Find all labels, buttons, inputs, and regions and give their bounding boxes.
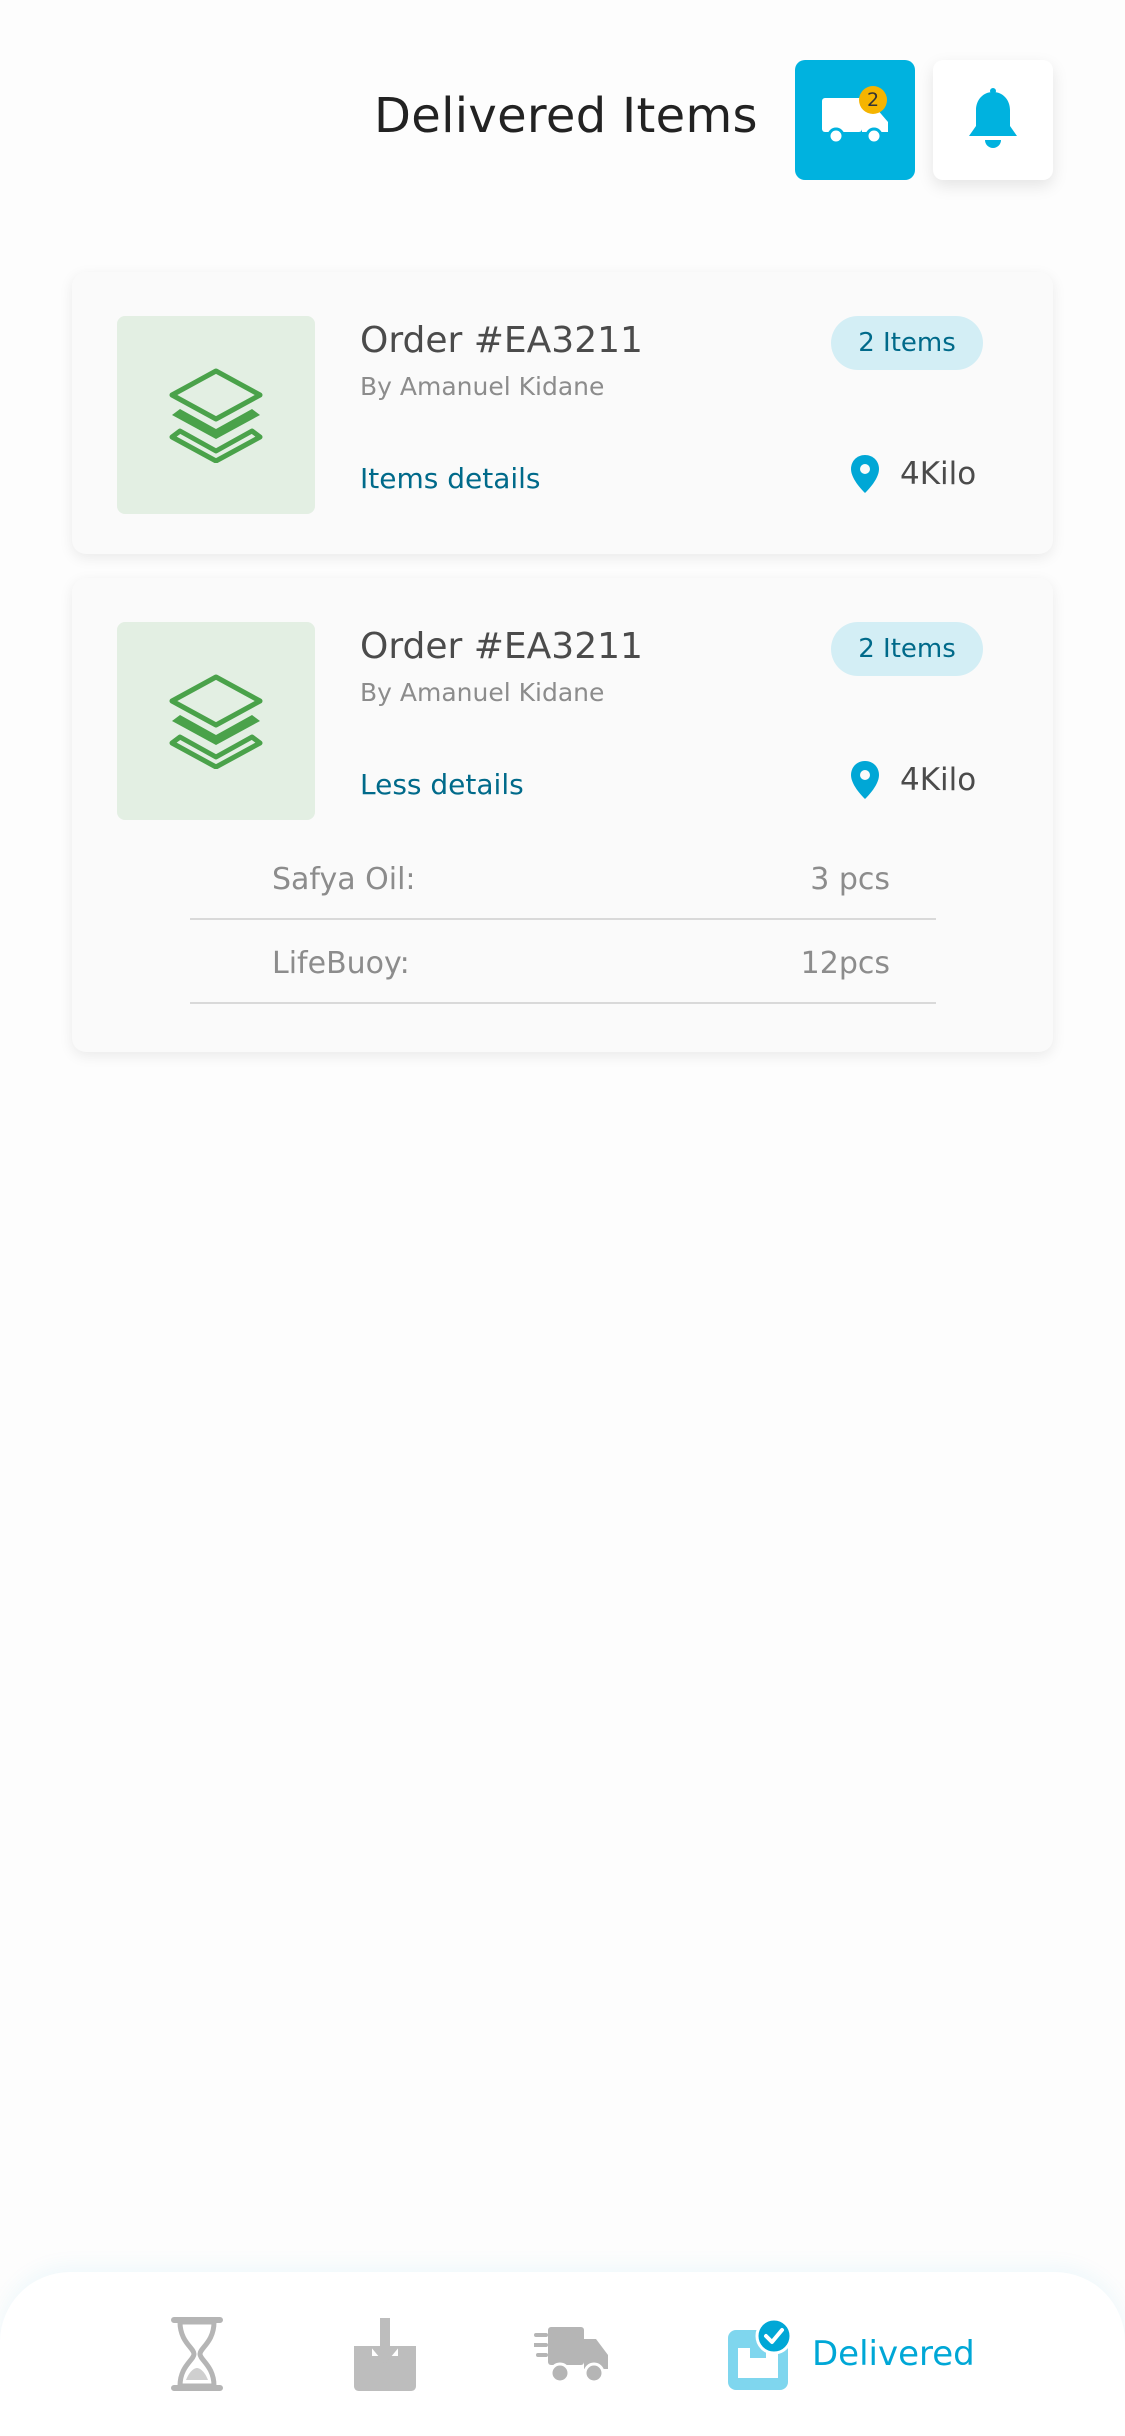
order-title: Order #EA3211 bbox=[360, 626, 643, 667]
order-item-row: Safya Oil: 3 pcs bbox=[190, 836, 936, 920]
download-box-icon bbox=[354, 2318, 416, 2391]
bottom-navigation: Delivered bbox=[0, 2272, 1125, 2436]
notifications-button[interactable] bbox=[933, 60, 1053, 180]
page-title: Delivered Items bbox=[374, 88, 758, 144]
order-thumbnail bbox=[117, 622, 315, 820]
deliveries-button[interactable] bbox=[795, 60, 915, 180]
bell-icon bbox=[969, 88, 1017, 148]
nav-delivered[interactable]: Delivered bbox=[728, 2314, 975, 2394]
order-thumbnail bbox=[117, 316, 315, 514]
item-name: Safya Oil: bbox=[272, 862, 416, 897]
item-name: LifeBuoy: bbox=[272, 946, 410, 981]
less-details-link[interactable]: Less details bbox=[360, 768, 524, 801]
fast-truck-icon bbox=[534, 2327, 608, 2384]
hourglass-icon bbox=[171, 2317, 223, 2391]
layers-icon bbox=[169, 674, 263, 769]
order-card[interactable]: Order #EA3211 By Amanuel Kidane Less det… bbox=[72, 578, 1053, 1052]
items-count-badge: 2 Items bbox=[831, 316, 983, 370]
order-location: 4Kilo bbox=[850, 454, 976, 494]
nav-in-transit[interactable] bbox=[534, 2314, 610, 2394]
items-details-link[interactable]: Items details bbox=[360, 462, 541, 495]
location-label: 4Kilo bbox=[900, 456, 977, 492]
order-customer: By Amanuel Kidane bbox=[360, 678, 605, 707]
nav-delivered-label: Delivered bbox=[812, 2334, 975, 2374]
delivered-box-icon bbox=[728, 2318, 793, 2390]
nav-pending[interactable] bbox=[168, 2314, 226, 2394]
order-title: Order #EA3211 bbox=[360, 320, 643, 361]
nav-received[interactable] bbox=[350, 2314, 420, 2394]
order-item-row: LifeBuoy: 12pcs bbox=[190, 920, 936, 1004]
order-customer: By Amanuel Kidane bbox=[360, 372, 605, 401]
order-card[interactable]: Order #EA3211 By Amanuel Kidane Items de… bbox=[72, 272, 1053, 554]
layers-icon bbox=[169, 368, 263, 463]
location-pin-icon bbox=[851, 761, 879, 799]
item-quantity: 12pcs bbox=[800, 946, 890, 981]
order-location: 4Kilo bbox=[850, 760, 976, 800]
delivered-items-screen: Delivered Items 2 Order #EA3211 By Amanu… bbox=[0, 0, 1125, 2436]
items-count-badge: 2 Items bbox=[831, 622, 983, 676]
item-quantity: 3 pcs bbox=[810, 862, 890, 897]
location-pin-icon bbox=[851, 455, 879, 493]
deliveries-count-badge: 2 bbox=[859, 86, 887, 114]
location-label: 4Kilo bbox=[900, 762, 977, 798]
